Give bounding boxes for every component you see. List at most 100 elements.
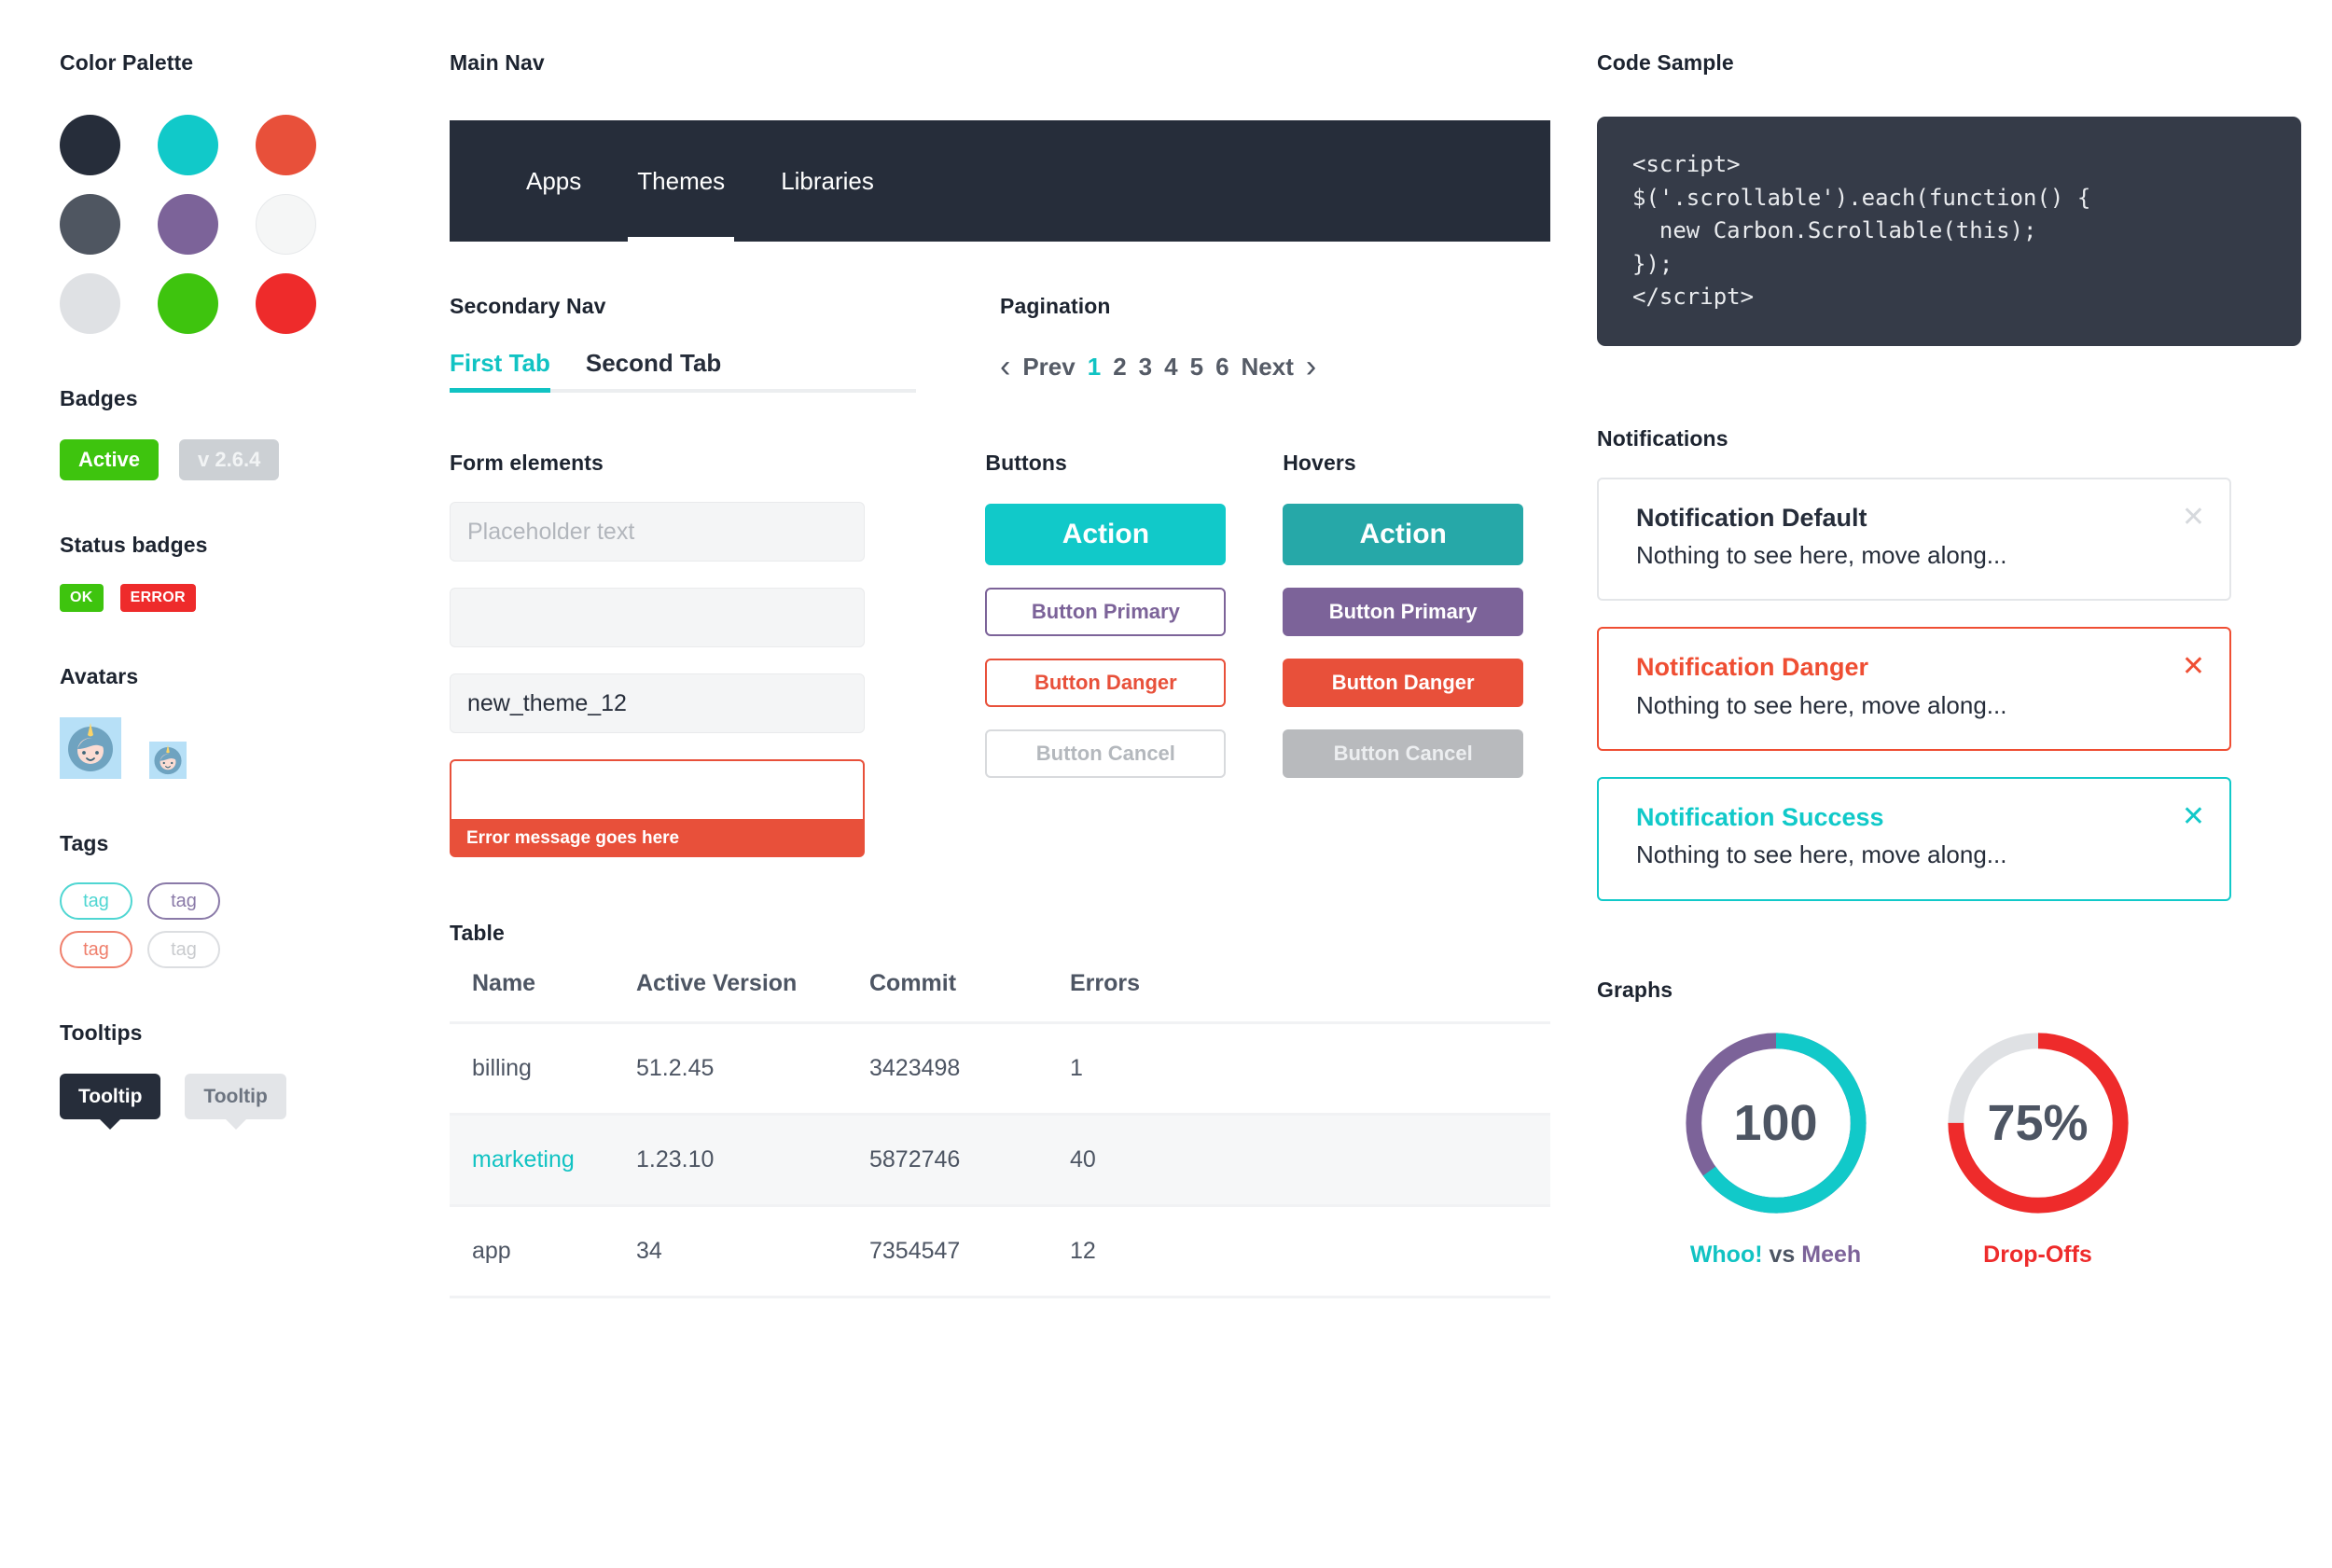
graphs-section: Graphs 100 Whoo! vs Meeh 75% Drop-Offs (1597, 978, 2306, 1269)
table-row[interactable]: billing 51.2.45 3423498 1 (450, 1022, 1550, 1116)
swatch-slate (60, 194, 120, 255)
pagination-prev[interactable]: Prev (1022, 353, 1075, 382)
notifications-title: Notifications (1597, 425, 1728, 451)
pagination-section: Pagination ‹ Prev 1 2 3 4 5 6 Next › (1000, 294, 1550, 393)
input-empty[interactable] (450, 588, 865, 647)
table-col-errors: Errors (1070, 970, 1550, 1024)
close-icon[interactable]: ✕ (2182, 803, 2205, 831)
table-cell-name: billing (450, 1022, 636, 1116)
input-theme-name[interactable]: new_theme_12 (450, 673, 865, 733)
main-nav-item-apps[interactable]: Apps (498, 120, 609, 242)
table-cell-version: 1.23.10 (636, 1114, 869, 1207)
table-col-commit: Commit (869, 970, 1070, 1024)
badges-section: Badges Active v 2.6.4 (60, 386, 396, 480)
notification-default: Notification Default Nothing to see here… (1597, 477, 2231, 602)
hover-button-action[interactable]: Action (1283, 504, 1524, 565)
hover-button-primary[interactable]: Button Primary (1283, 588, 1524, 636)
donut-one-label-meeh: Meeh (1801, 1242, 1862, 1269)
hovers-title: Hovers (1283, 451, 1356, 475)
left-column: Color Palette Badges Active v 2.6.4 Stat… (60, 50, 396, 1119)
table-section: Table Name Active Version Commit Errors … (450, 921, 1550, 1298)
input-placeholder[interactable]: Placeholder text (450, 502, 865, 562)
hover-button-cancel[interactable]: Button Cancel (1283, 729, 1524, 778)
tooltips-row: Tooltip Tooltip (60, 1074, 396, 1119)
button-action[interactable]: Action (985, 504, 1227, 565)
donut-one-label-vs: vs (1769, 1242, 1796, 1269)
table-col-name: Name (450, 970, 636, 1024)
tag-gray[interactable]: tag (147, 931, 220, 968)
donut-two-value: 75% (1987, 1095, 2089, 1152)
pagination-next[interactable]: Next (1242, 353, 1294, 382)
donut-one-label: Whoo! vs Meeh (1666, 1242, 1885, 1269)
close-icon[interactable]: ✕ (2182, 503, 2205, 532)
swatch-purple (158, 194, 218, 255)
pagination-page-5[interactable]: 5 (1190, 353, 1203, 382)
swatch-off-white (256, 194, 316, 255)
pagination-page-1[interactable]: 1 (1088, 353, 1101, 382)
table-cell-commit: 3423498 (869, 1022, 1070, 1116)
main-nav-item-libraries[interactable]: Libraries (753, 120, 902, 242)
avatar-small[interactable] (149, 742, 187, 779)
tooltip-light: Tooltip (185, 1074, 286, 1119)
table-cell-commit: 7354547 (869, 1205, 1070, 1298)
table-header-row: Name Active Version Commit Errors (450, 970, 1550, 1024)
style-guide-page: Color Palette Badges Active v 2.6.4 Stat… (0, 0, 2332, 1568)
notification-body: Nothing to see here, move along... (1636, 690, 2007, 719)
data-table: Name Active Version Commit Errors billin… (450, 970, 1550, 1298)
button-danger[interactable]: Button Danger (985, 659, 1227, 707)
notification-title: Notification Default (1636, 503, 1867, 532)
donut-one-label-whoo: Whoo! (1689, 1242, 1763, 1269)
donut-two-label: Drop-Offs (1983, 1242, 2092, 1269)
status-badges-row: OK ERROR (60, 584, 396, 612)
tags-title: Tags (60, 831, 109, 855)
avatars-row (60, 717, 396, 779)
tag-teal[interactable]: tag (60, 882, 132, 920)
buttons-section: Buttons Action Button Primary Button Dan… (985, 451, 1253, 857)
chevron-left-icon[interactable]: ‹ (1000, 351, 1010, 382)
notification-success: Notification Success Nothing to see here… (1597, 777, 2231, 902)
center-column: Main Nav Apps Themes Libraries Secondary… (450, 50, 1550, 1298)
input-error[interactable] (450, 759, 865, 819)
code-sample-block: <script> $('.scrollable').each(function(… (1597, 117, 2301, 346)
form-buttons-row: Form elements Placeholder text new_theme… (450, 451, 1550, 857)
badges-row: Active v 2.6.4 (60, 439, 396, 480)
secondary-nav-tab-second[interactable]: Second Tab (586, 349, 721, 393)
button-primary[interactable]: Button Primary (985, 588, 1227, 636)
chevron-right-icon[interactable]: › (1306, 351, 1316, 382)
notification-body: Nothing to see here, move along... (1636, 540, 2007, 569)
color-palette-section: Color Palette (60, 50, 396, 334)
pagination-page-6[interactable]: 6 (1215, 353, 1228, 382)
hovers-section: Hovers Action Button Primary Button Dang… (1283, 451, 1550, 857)
button-cancel[interactable]: Button Cancel (985, 729, 1227, 778)
input-error-message: Error message goes here (450, 819, 865, 857)
pagination-control: ‹ Prev 1 2 3 4 5 6 Next › (1000, 351, 1550, 382)
table-cell-commit: 5872746 (869, 1114, 1070, 1207)
tag-purple[interactable]: tag (147, 882, 220, 920)
notification-title: Notification Danger (1636, 653, 1869, 682)
hover-button-danger[interactable]: Button Danger (1283, 659, 1524, 707)
main-nav-title: Main Nav (450, 50, 545, 75)
secondary-nav-tab-first[interactable]: First Tab (450, 349, 550, 393)
table-cell-name: app (450, 1205, 636, 1298)
status-badge-ok[interactable]: OK (60, 584, 104, 612)
badge-version[interactable]: v 2.6.4 (179, 439, 280, 480)
table-row[interactable]: app 34 7354547 12 (450, 1205, 1550, 1298)
status-badge-error[interactable]: ERROR (119, 584, 196, 612)
secondary-nav-tabs: First Tab Second Tab (450, 349, 1000, 393)
donut-charts: 100 Whoo! vs Meeh 75% Drop-Offs (1597, 1025, 2306, 1269)
table-cell-name[interactable]: marketing (450, 1114, 636, 1207)
pagination-page-2[interactable]: 2 (1113, 353, 1126, 382)
pagination-page-4[interactable]: 4 (1164, 353, 1177, 382)
buttons-title: Buttons (985, 451, 1067, 475)
tag-coral[interactable]: tag (60, 931, 132, 968)
avatar-large[interactable] (60, 717, 121, 779)
pagination-page-3[interactable]: 3 (1139, 353, 1152, 382)
table-cell-errors: 12 (1070, 1205, 1550, 1298)
avatars-section: Avatars (60, 664, 396, 779)
table-row[interactable]: marketing 1.23.10 5872746 40 (450, 1114, 1550, 1207)
badge-active[interactable]: Active (60, 439, 160, 480)
main-nav-item-themes[interactable]: Themes (609, 120, 753, 242)
notifications-section: Notifications Notification Default Nothi… (1597, 426, 2306, 902)
table-cell-errors: 40 (1070, 1114, 1550, 1207)
close-icon[interactable]: ✕ (2182, 653, 2205, 681)
